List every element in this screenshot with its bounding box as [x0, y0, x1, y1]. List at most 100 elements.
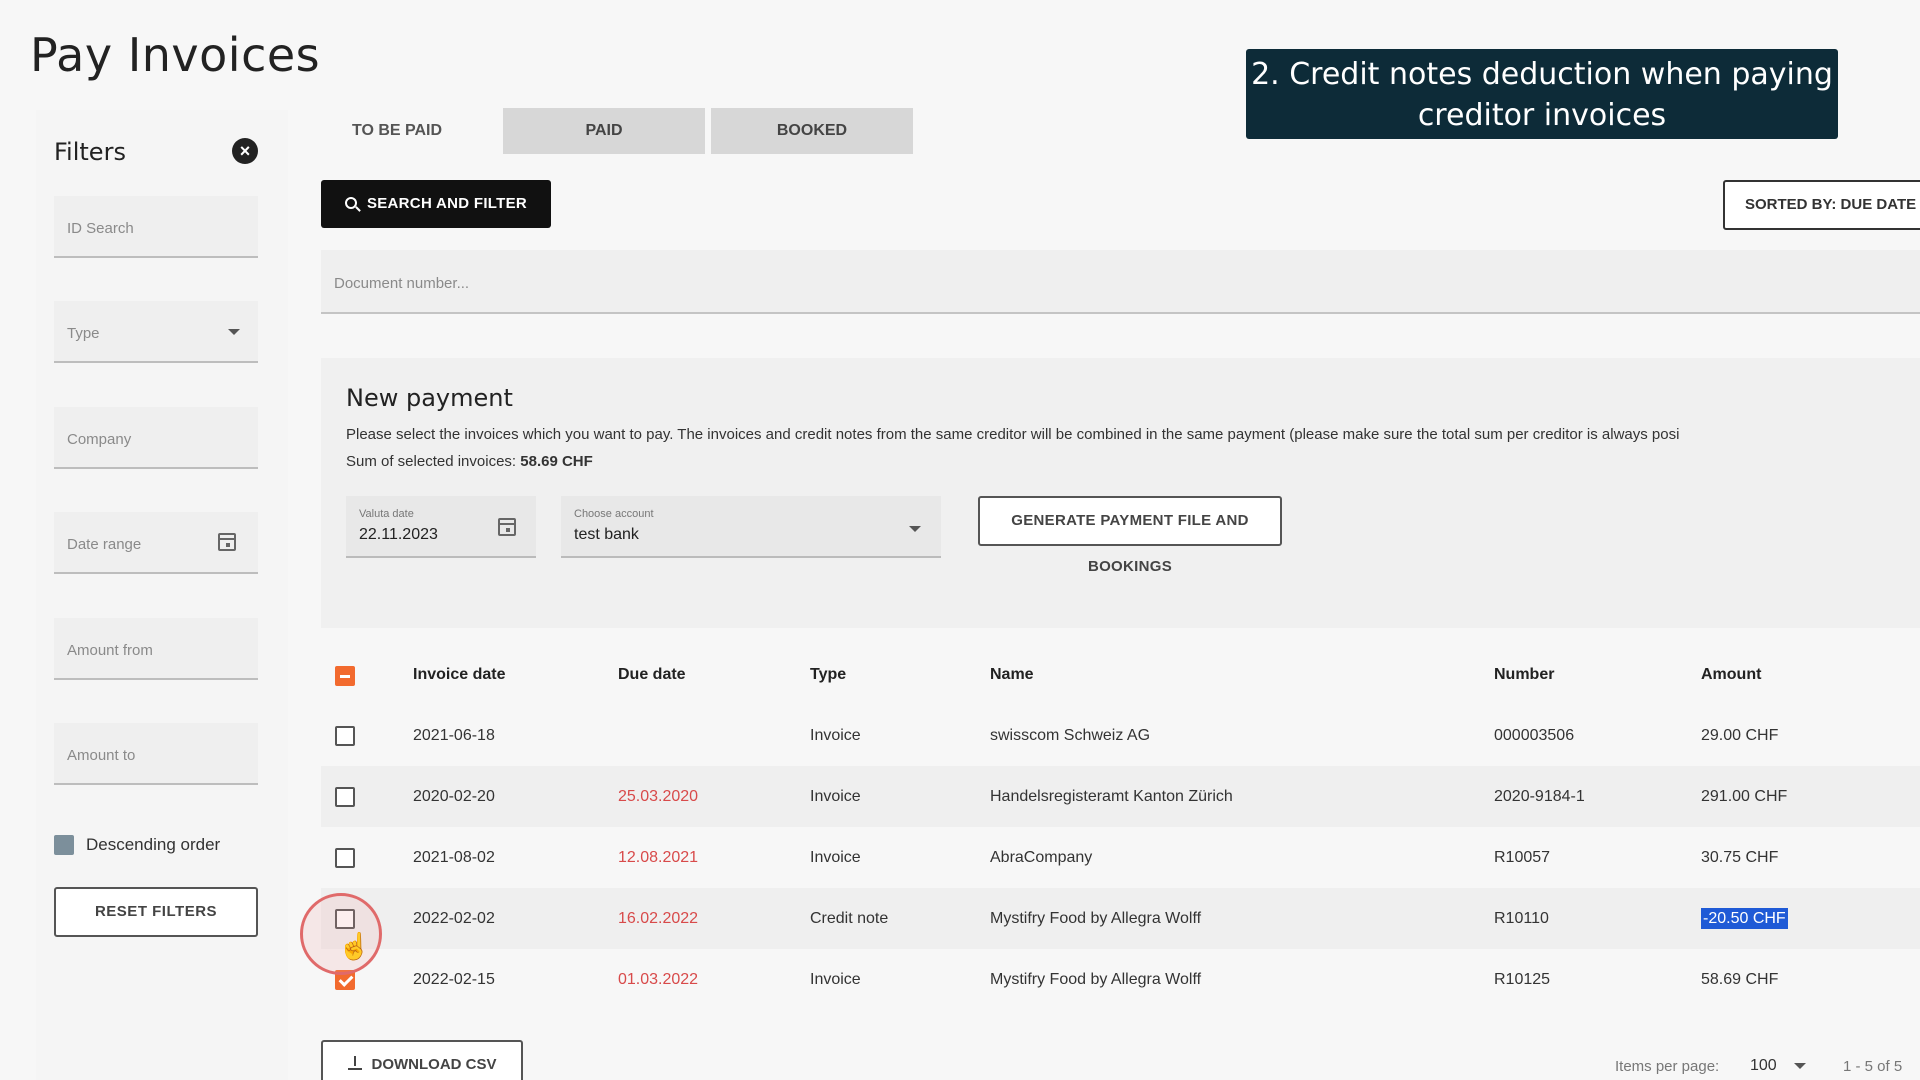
search-and-filter-label: SEARCH AND FILTER [366, 195, 528, 212]
header-type[interactable]: Type [810, 645, 846, 705]
page-title: Pay Invoices [30, 28, 321, 82]
cell-invoice-date: 2021-08-02 [413, 849, 495, 866]
pagination-range: 1 - 5 of 5 [1843, 1058, 1903, 1075]
cell-number: R10057 [1494, 849, 1551, 866]
descending-order-toggle[interactable]: Descending order [54, 835, 220, 855]
descending-label: Descending order [86, 835, 221, 854]
id-search-input[interactable]: ID Search [54, 196, 258, 258]
download-csv-button[interactable]: DOWNLOAD CSV [321, 1040, 523, 1080]
amount-to-input[interactable]: Amount to [54, 723, 258, 785]
table-row[interactable]: 2022-02-15 01.03.2022 Invoice Mystifry F… [321, 949, 1920, 1010]
document-number-placeholder: Document number... [334, 275, 470, 292]
row-checkbox[interactable] [335, 787, 355, 807]
cell-amount: -20.50 CHF [1701, 888, 1788, 949]
header-name[interactable]: Name [990, 645, 1034, 705]
download-icon [347, 1056, 362, 1070]
cell-due-date: 01.03.2022 [618, 971, 699, 988]
new-payment-panel: New payment Please select the invoices w… [321, 358, 1920, 628]
cell-type: Credit note [810, 910, 889, 927]
header-amount[interactable]: Amount [1701, 645, 1761, 705]
amount-from-placeholder: Amount from [67, 642, 153, 659]
descending-checkbox[interactable] [54, 835, 74, 855]
chevron-down-icon [228, 329, 240, 335]
table-row[interactable]: 2021-08-02 12.08.2021 Invoice AbraCompan… [321, 827, 1920, 888]
cell-invoice-date: 2021-06-18 [413, 727, 495, 744]
cell-amount: 58.69 CHF [1701, 971, 1779, 988]
account-label: Choose account [574, 508, 654, 520]
cell-type: Invoice [810, 971, 861, 988]
cell-due-date: 16.02.2022 [618, 910, 699, 927]
company-placeholder: Company [67, 431, 132, 448]
cell-amount: 30.75 CHF [1701, 849, 1779, 866]
table-row[interactable]: 2020-02-20 25.03.2020 Invoice Handelsreg… [321, 766, 1920, 827]
amount-to-placeholder: Amount to [67, 747, 136, 764]
cell-invoice-date: 2020-02-20 [413, 788, 495, 805]
row-checkbox[interactable] [335, 848, 355, 868]
table-row[interactable]: 2021-06-18 Invoice swisscom Schweiz AG 0… [321, 705, 1920, 766]
reset-filters-button[interactable]: RESET FILTERS [54, 887, 258, 937]
cell-invoice-date: 2022-02-15 [413, 971, 495, 988]
cell-type: Invoice [810, 788, 861, 805]
valuta-date-field[interactable]: Valuta date 22.11.2023 [346, 496, 536, 558]
items-per-page-label: Items per page: [1615, 1058, 1720, 1075]
items-per-page-value: 100 [1750, 1057, 1777, 1074]
document-number-input[interactable]: Document number... [321, 250, 1920, 314]
valuta-date-label: Valuta date [359, 508, 414, 520]
filters-panel: Filters × ID Search Type Company Date ra… [36, 110, 288, 1080]
table-header: Invoice date Due date Type Name Number A… [321, 645, 1920, 705]
cell-amount: 29.00 CHF [1701, 727, 1779, 744]
tutorial-callout: 2. Credit notes deduction when paying cr… [1246, 49, 1838, 139]
new-payment-title: New payment [346, 384, 513, 412]
cell-name: swisscom Schweiz AG [990, 727, 1151, 744]
cell-number: R10110 [1494, 910, 1549, 927]
cell-name: Mystifry Food by Allegra Wolff [990, 910, 1202, 927]
account-select[interactable]: Choose account test bank [561, 496, 941, 558]
new-payment-description: Please select the invoices which you wan… [346, 426, 1680, 443]
cell-type: Invoice [810, 727, 861, 744]
cell-amount: 291.00 CHF [1701, 788, 1788, 805]
row-checkbox[interactable] [335, 726, 355, 746]
cell-number: 2020-9184-1 [1494, 788, 1585, 805]
filters-title: Filters [54, 138, 126, 166]
hand-cursor-icon: ☝ [338, 931, 371, 961]
invoices-table: Invoice date Due date Type Name Number A… [321, 645, 1920, 1010]
select-all-checkbox[interactable] [335, 666, 355, 686]
calendar-icon[interactable] [498, 518, 516, 536]
header-number[interactable]: Number [1494, 645, 1554, 705]
amount-from-input[interactable]: Amount from [54, 618, 258, 680]
valuta-date-value: 22.11.2023 [359, 526, 438, 543]
type-placeholder: Type [67, 325, 100, 342]
cell-name: AbraCompany [990, 849, 1093, 866]
selected-sum-label: Sum of selected invoices: [346, 453, 517, 470]
calendar-icon[interactable] [218, 533, 236, 551]
header-due-date[interactable]: Due date [618, 645, 686, 705]
cell-name: Mystifry Food by Allegra Wolff [990, 971, 1202, 988]
date-range-placeholder: Date range [67, 536, 142, 553]
cell-invoice-date: 2022-02-02 [413, 910, 495, 927]
cell-number: R10125 [1494, 971, 1551, 988]
type-select[interactable]: Type [54, 301, 258, 363]
close-icon[interactable]: × [232, 138, 258, 164]
selected-sum-value: 58.69 CHF [520, 453, 593, 470]
tab-to-be-paid[interactable]: TO BE PAID [300, 108, 494, 154]
search-and-filter-button[interactable]: SEARCH AND FILTER [321, 180, 551, 228]
search-icon [344, 197, 357, 209]
sort-button[interactable]: SORTED BY: DUE DATE [1723, 180, 1920, 230]
table-row[interactable]: 2022-02-02 16.02.2022 Credit note Mystif… [321, 888, 1920, 949]
cell-type: Invoice [810, 849, 861, 866]
items-per-page-select[interactable]: 100 [1740, 1048, 1816, 1080]
id-search-placeholder: ID Search [67, 220, 134, 237]
download-csv-label: DOWNLOAD CSV [371, 1056, 497, 1073]
chevron-down-icon [1794, 1063, 1806, 1069]
header-invoice-date[interactable]: Invoice date [413, 645, 505, 705]
company-input[interactable]: Company [54, 407, 258, 469]
account-value: test bank [574, 526, 639, 543]
cell-due-date: 12.08.2021 [618, 849, 699, 866]
chevron-down-icon [909, 526, 921, 532]
tab-booked[interactable]: BOOKED [711, 108, 913, 154]
date-range-input[interactable]: Date range [54, 512, 258, 574]
tab-paid[interactable]: PAID [503, 108, 705, 154]
generate-payment-button[interactable]: GENERATE PAYMENT FILE AND BOOKINGS [978, 496, 1282, 575]
cell-name: Handelsregisteramt Kanton Zürich [990, 788, 1233, 805]
cell-number: 000003506 [1494, 727, 1575, 744]
